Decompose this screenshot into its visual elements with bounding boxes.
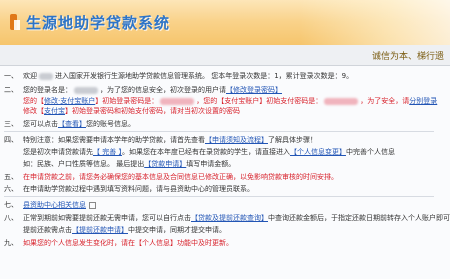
notice-line-7: 七、 县资助中心相关信息: [4, 199, 96, 211]
notice-line-2c: 修改【支付宝】初始登录密码和初始支付密码，请对当初次设置的密码: [23, 107, 240, 115]
notice-line-8b: 提前还款需点击【提前还款申请】中提交申请，同期才提交申请。: [23, 226, 226, 234]
notice-line-4c: 如：民族、户口性质等信息。 最后提出【贷款申请】填写申请金额。: [23, 160, 236, 168]
apply-guide-link[interactable]: 【申请须知及流程】: [205, 136, 268, 144]
welcome-text: 诚信为本、梯行遗: [371, 52, 444, 62]
redacted-pay-password: [324, 97, 359, 105]
view-account-link[interactable]: 【查看】: [58, 120, 86, 128]
loan-apply-link[interactable]: 【贷款申请】: [144, 160, 186, 168]
complete-info-link[interactable]: 【 完善 】: [93, 148, 122, 156]
notice-line-1: 一、 欢迎 进入国家开发银行生源地助学贷款信息管理系统。 您本年登录次数是：1，累计…: [4, 72, 354, 80]
repayment-query-link[interactable]: 【贷款及提前还款查询】: [191, 214, 268, 222]
notice-line-9: 九、 如果您的个人信息发生变化时，请在【个人信息】功能中及时更新。: [4, 239, 233, 247]
notice-line-6: 六、 在申请助学贷款过程中遇到填写资料问题，请与县资助中心的管理员联系。: [4, 185, 254, 193]
notice-line-3: 三、 您可以点击【查看】您的账号信息。: [4, 120, 135, 128]
notice-line-5: 五、 在申请贷款之前，请您务必确保您的基本信息及合同信息已修改正确，以免影响贷款审…: [4, 173, 338, 181]
divider: [4, 131, 434, 132]
personal-info-change-link[interactable]: 【个人信息变更】: [290, 148, 346, 156]
app-header: 生源地助学贷款系统: [0, 0, 450, 45]
early-repayment-link[interactable]: 【提前还款申请】: [72, 226, 128, 234]
alipay-account-link[interactable]: 修改·支付宝账户: [44, 97, 95, 105]
redacted-password: [160, 97, 195, 105]
change-login-password-link[interactable]: 【修改登录密码】: [226, 86, 282, 94]
redacted-login: [74, 86, 98, 94]
notice-panel: 一、 欢迎 进入国家开发银行生源地助学贷款信息管理系统。 您本年登录次数是：1，累计…: [0, 66, 450, 279]
logo-accent-icon: [14, 20, 20, 30]
system-title: 生源地助学贷款系统: [26, 14, 171, 32]
notice-line-4: 四、 特别注意：如果您需要申请本学年的助学贷款，请首先查看【申请须知及流程】了解具…: [4, 136, 317, 144]
login-link[interactable]: 分别登录: [409, 97, 437, 105]
county-center-info-link[interactable]: 县资助中心相关信息: [23, 201, 86, 209]
personal-info-link[interactable]: 【个人信息】: [135, 239, 177, 247]
notice-line-8: 八、 正常到期前如需要提前还款无需申请，您可以自行点击【贷款及提前还款查询】中查询…: [4, 214, 450, 222]
alipay-link[interactable]: 支付宝: [44, 107, 65, 115]
expand-icon[interactable]: [89, 201, 96, 209]
notice-line-4b: 您是初次申请贷款请先【 完善 】。如果您在本年度已经有在录贷款的学生，请直接进入…: [23, 148, 395, 156]
redacted-name: [39, 72, 53, 80]
header-glow: [300, 0, 450, 45]
divider: [4, 196, 434, 197]
